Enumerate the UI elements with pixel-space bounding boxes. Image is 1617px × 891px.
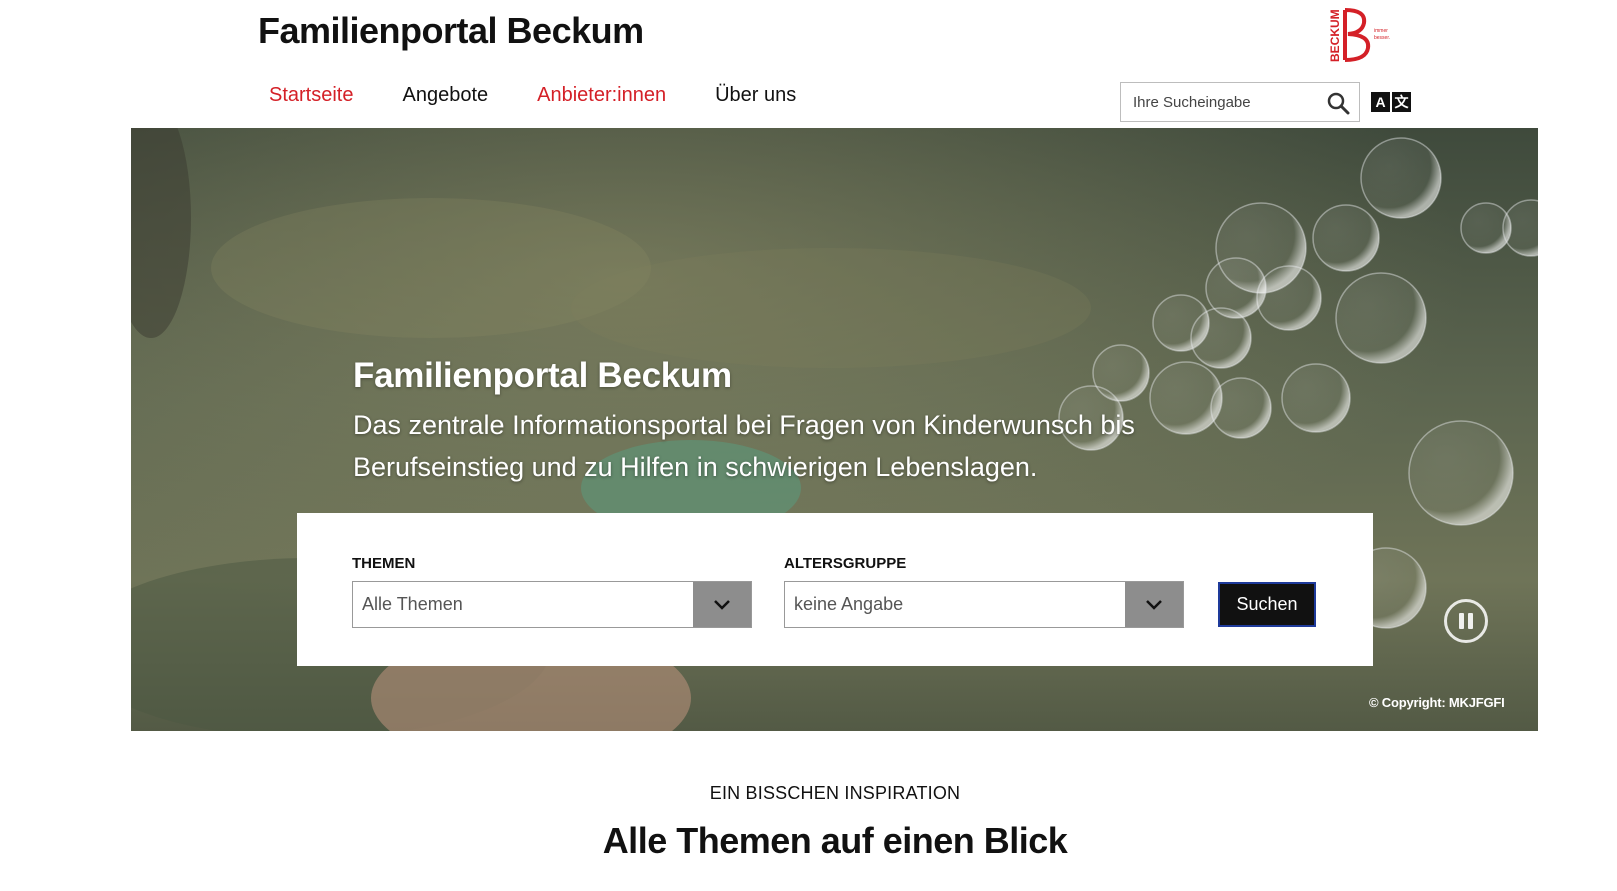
logo-text: BECKUM xyxy=(1328,9,1342,62)
altersgruppe-select-value: keine Angabe xyxy=(794,594,904,614)
main-nav: Startseite Angebote Anbieter:innen Über … xyxy=(269,84,845,107)
header-search xyxy=(1120,82,1360,122)
translate-glyph-b: 文 xyxy=(1392,92,1411,112)
search-icon[interactable] xyxy=(1326,91,1350,115)
svg-text:besser.: besser. xyxy=(1374,35,1390,41)
translate-icon[interactable]: A 文 xyxy=(1371,92,1412,112)
chevron-down-icon[interactable] xyxy=(693,582,751,627)
themen-select-value: Alle Themen xyxy=(362,594,463,614)
chevron-down-icon[interactable] xyxy=(1125,582,1183,627)
altersgruppe-select[interactable]: keine Angabe xyxy=(784,581,1184,628)
nav-item-startseite[interactable]: Startseite xyxy=(269,84,353,107)
hero-subtitle: Das zentrale Informationsportal bei Frag… xyxy=(353,410,1135,482)
section-kicker: EIN BISSCHEN INSPIRATION xyxy=(709,783,961,803)
nav-item-anbieter[interactable]: Anbieter:innen xyxy=(537,84,666,107)
copyright-text: © Copyright: MKJFGFI xyxy=(1369,695,1505,710)
svg-text:immer: immer xyxy=(1374,28,1388,34)
altersgruppe-label: ALTERSGRUPPE xyxy=(784,555,907,572)
pause-icon[interactable] xyxy=(1444,599,1488,643)
suchen-button[interactable]: Suchen xyxy=(1218,582,1316,627)
filter-panel: THEMEN Alle Themen ALTERSGRUPPE keine An… xyxy=(297,513,1373,666)
themen-label: THEMEN xyxy=(352,555,416,572)
themen-select[interactable]: Alle Themen xyxy=(352,581,752,628)
translate-glyph-a: A xyxy=(1371,92,1390,112)
hero-title: Familienportal Beckum xyxy=(353,356,732,395)
hero-banner: Familienportal Beckum Das zentrale Infor… xyxy=(131,128,1538,731)
section-title: Alle Themen auf einen Blick xyxy=(602,820,1068,861)
nav-item-angebote[interactable]: Angebote xyxy=(402,84,488,107)
nav-item-ueber-uns[interactable]: Über uns xyxy=(715,84,796,107)
beckum-logo[interactable]: BECKUM immer besser. xyxy=(1328,6,1400,64)
site-title[interactable]: Familienportal Beckum xyxy=(258,10,644,52)
search-input[interactable] xyxy=(1133,84,1328,120)
